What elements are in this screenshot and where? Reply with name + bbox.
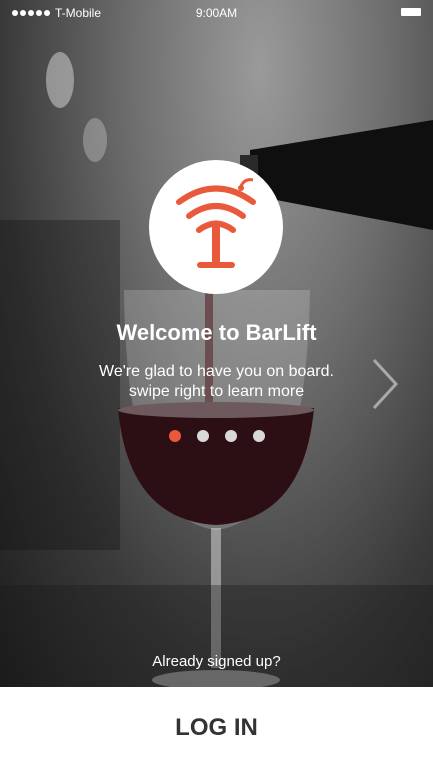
onboarding-screen: T-Mobile 9:00AM Welcome to BarLift We're…	[0, 0, 433, 768]
page-dot-3[interactable]	[225, 430, 237, 442]
wine-glass-wifi-icon	[176, 178, 256, 268]
page-dot-2[interactable]	[197, 430, 209, 442]
status-bar: T-Mobile 9:00AM	[0, 0, 433, 26]
welcome-title: Welcome to BarLift	[116, 320, 317, 345]
battery-icon	[401, 8, 421, 16]
page-dot-1[interactable]	[169, 430, 181, 442]
login-button[interactable]: LOG IN	[0, 687, 433, 768]
app-logo	[149, 160, 283, 294]
chevron-right-icon[interactable]	[368, 356, 402, 412]
page-indicator[interactable]	[169, 430, 265, 442]
page-dot-4[interactable]	[253, 430, 265, 442]
already-signed-up-text: Already signed up?	[152, 653, 281, 670]
status-time: 9:00AM	[195, 6, 238, 20]
